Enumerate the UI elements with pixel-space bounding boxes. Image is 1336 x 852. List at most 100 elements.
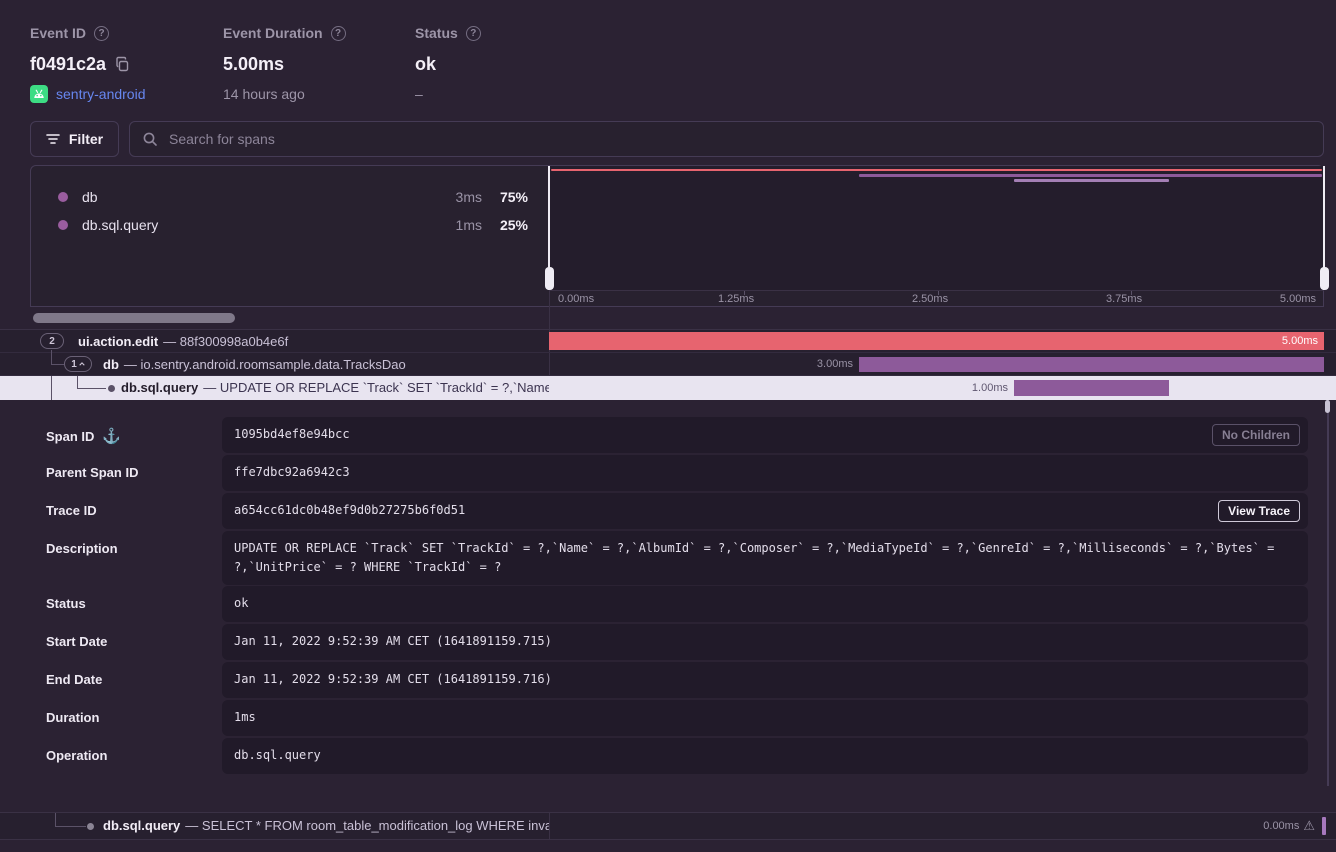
time-axis: 0.00ms 1.25ms 2.50ms 3.75ms 5.00ms bbox=[549, 290, 1324, 307]
legend-percent: 25% bbox=[482, 217, 528, 233]
drag-grip[interactable] bbox=[545, 267, 554, 290]
drag-grip[interactable] bbox=[1320, 267, 1329, 290]
detail-label-end-date: End Date bbox=[46, 672, 102, 687]
span-bar-duration: 5.00ms bbox=[1282, 332, 1318, 350]
detail-value-status: ok bbox=[222, 586, 1308, 622]
span-desc: — 88f300998a0b4e6f bbox=[163, 334, 288, 349]
span-minimap[interactable] bbox=[549, 166, 1324, 290]
detail-label-parent-span-id: Parent Span ID bbox=[46, 465, 138, 480]
minimap-span-db-sql-query bbox=[1014, 179, 1169, 182]
detail-value-trace-id: a654cc61dc0b48ef9d0b27275b6f0d51 View Tr… bbox=[222, 493, 1308, 529]
detail-value-start-date: Jan 11, 2022 9:52:39 AM CET (1641891159.… bbox=[222, 624, 1308, 660]
view-trace-button[interactable]: View Trace bbox=[1218, 500, 1300, 522]
detail-label-span-id: Span ID ⚓ bbox=[46, 427, 121, 445]
span-search-bar bbox=[129, 121, 1324, 157]
span-op: db.sql.query bbox=[121, 380, 198, 395]
legend-row-db[interactable]: db 3ms 75% bbox=[58, 187, 528, 207]
search-icon bbox=[142, 131, 158, 147]
minimap-span-db bbox=[859, 174, 1322, 177]
detail-label-status: Status bbox=[46, 596, 86, 611]
filter-button-label: Filter bbox=[69, 131, 103, 147]
span-detail-page: Event ID ? f0491c2a sentry-android bbox=[0, 0, 1336, 852]
detail-value-operation: db.sql.query bbox=[222, 738, 1308, 774]
chevron-up-icon bbox=[79, 362, 85, 366]
scrollbar-thumb[interactable] bbox=[33, 313, 235, 323]
filter-icon bbox=[46, 133, 60, 145]
span-color-dot bbox=[58, 220, 68, 230]
axis-label: 3.75ms bbox=[1106, 293, 1142, 305]
span-duration-label: 0.00ms bbox=[1263, 820, 1299, 832]
help-icon[interactable]: ? bbox=[331, 26, 346, 41]
event-duration-label: Event Duration bbox=[223, 25, 323, 41]
detail-label-description: Description bbox=[46, 541, 118, 556]
status-label: Status bbox=[415, 25, 458, 41]
detail-value-description: UPDATE OR REPLACE `Track` SET `TrackId` … bbox=[222, 531, 1308, 585]
warning-icon: ⚠ bbox=[1303, 818, 1315, 834]
span-duration-label: 1.00ms bbox=[938, 376, 1008, 400]
event-time-ago: 14 hours ago bbox=[223, 86, 305, 102]
axis-label: 0.00ms bbox=[558, 293, 594, 305]
span-row-db-sql-query-selected[interactable]: db.sql.query — UPDATE OR REPLACE `Track` … bbox=[0, 376, 1336, 400]
children-count-badge[interactable]: 2 bbox=[40, 333, 64, 349]
status-value: ok bbox=[415, 54, 436, 75]
span-op: ui.action.edit bbox=[78, 334, 158, 349]
event-id-label-row: Event ID ? bbox=[30, 24, 146, 42]
leaf-dot bbox=[87, 823, 94, 830]
span-row-db-sql-query-select[interactable]: db.sql.query — SELECT * FROM room_table_m… bbox=[0, 812, 1336, 840]
detail-label-operation: Operation bbox=[46, 748, 107, 763]
legend-op-label: db.sql.query bbox=[82, 217, 424, 233]
tree-horizontal-scrollbar bbox=[0, 307, 1336, 330]
legend-duration: 1ms bbox=[424, 217, 482, 233]
detail-value-span-id: 1095bd4ef8e94bcc No Children bbox=[222, 417, 1308, 453]
span-color-dot bbox=[58, 192, 68, 202]
copy-icon[interactable] bbox=[115, 56, 130, 72]
status-sub: – bbox=[415, 86, 423, 102]
waterfall-panel: db 3ms 75% db.sql.query 1ms 25% 0.00ms 1… bbox=[30, 165, 1324, 307]
detail-label-trace-id: Trace ID bbox=[46, 503, 97, 518]
minimap-span-ui-action-edit bbox=[551, 169, 1322, 171]
detail-value-end-date: Jan 11, 2022 9:52:39 AM CET (1641891159.… bbox=[222, 662, 1308, 698]
span-op: db bbox=[103, 357, 119, 372]
legend-op-label: db bbox=[82, 189, 424, 205]
span-desc: — io.sentry.android.roomsample.data.Trac… bbox=[124, 357, 406, 372]
span-op: db.sql.query bbox=[103, 818, 180, 833]
event-id-value: f0491c2a bbox=[30, 54, 106, 75]
filter-button[interactable]: Filter bbox=[30, 121, 119, 157]
legend-row-db-sql-query[interactable]: db.sql.query 1ms 25% bbox=[58, 215, 528, 235]
span-desc: — SELECT * FROM room_table_modification_… bbox=[185, 818, 549, 833]
axis-label: 1.25ms bbox=[718, 293, 754, 305]
detail-label-start-date: Start Date bbox=[46, 634, 107, 649]
axis-label: 5.00ms bbox=[1280, 293, 1316, 305]
span-duration-label: 3.00ms bbox=[783, 353, 853, 376]
span-desc: — UPDATE OR REPLACE `Track` SET `TrackId… bbox=[203, 380, 549, 395]
span-bar-db-sql-query[interactable] bbox=[1014, 380, 1169, 396]
event-duration-column: Event Duration ? 5.00ms 14 hours ago bbox=[223, 24, 346, 103]
search-input[interactable] bbox=[167, 130, 1311, 148]
minimap-right-handle[interactable] bbox=[1323, 166, 1325, 290]
axis-label: 2.50ms bbox=[912, 293, 948, 305]
project-link[interactable]: sentry-android bbox=[56, 86, 146, 102]
detail-label-duration: Duration bbox=[46, 710, 99, 725]
leaf-dot bbox=[108, 385, 115, 392]
status-column: Status ? ok – bbox=[415, 24, 481, 103]
android-icon bbox=[30, 85, 48, 103]
event-id-label: Event ID bbox=[30, 25, 86, 41]
collapse-badge[interactable]: 1 bbox=[64, 356, 92, 372]
span-bar-db[interactable] bbox=[859, 357, 1324, 372]
details-scrollbar-track[interactable] bbox=[1327, 400, 1329, 786]
span-row-ui-action-edit[interactable]: 2 ui.action.edit — 88f300998a0b4e6f 5.00m… bbox=[0, 330, 1336, 353]
column-divider bbox=[549, 307, 550, 329]
legend-percent: 75% bbox=[482, 189, 528, 205]
event-id-column: Event ID ? f0491c2a sentry-android bbox=[30, 24, 146, 103]
span-row-db[interactable]: 1 db — io.sentry.android.roomsample.data.… bbox=[0, 353, 1336, 376]
anchor-icon[interactable]: ⚓ bbox=[102, 427, 121, 445]
detail-value-parent-span-id: ffe7dbc92a6942c3 bbox=[222, 455, 1308, 491]
minimap-left-handle[interactable] bbox=[548, 166, 550, 290]
legend-duration: 3ms bbox=[424, 189, 482, 205]
help-icon[interactable]: ? bbox=[94, 26, 109, 41]
details-scrollbar-thumb[interactable] bbox=[1325, 400, 1330, 413]
help-icon[interactable]: ? bbox=[466, 26, 481, 41]
zero-duration-span-marker bbox=[1322, 817, 1326, 835]
span-bar-ui-action-edit[interactable]: 5.00ms bbox=[549, 332, 1324, 350]
event-duration-value: 5.00ms bbox=[223, 54, 284, 75]
